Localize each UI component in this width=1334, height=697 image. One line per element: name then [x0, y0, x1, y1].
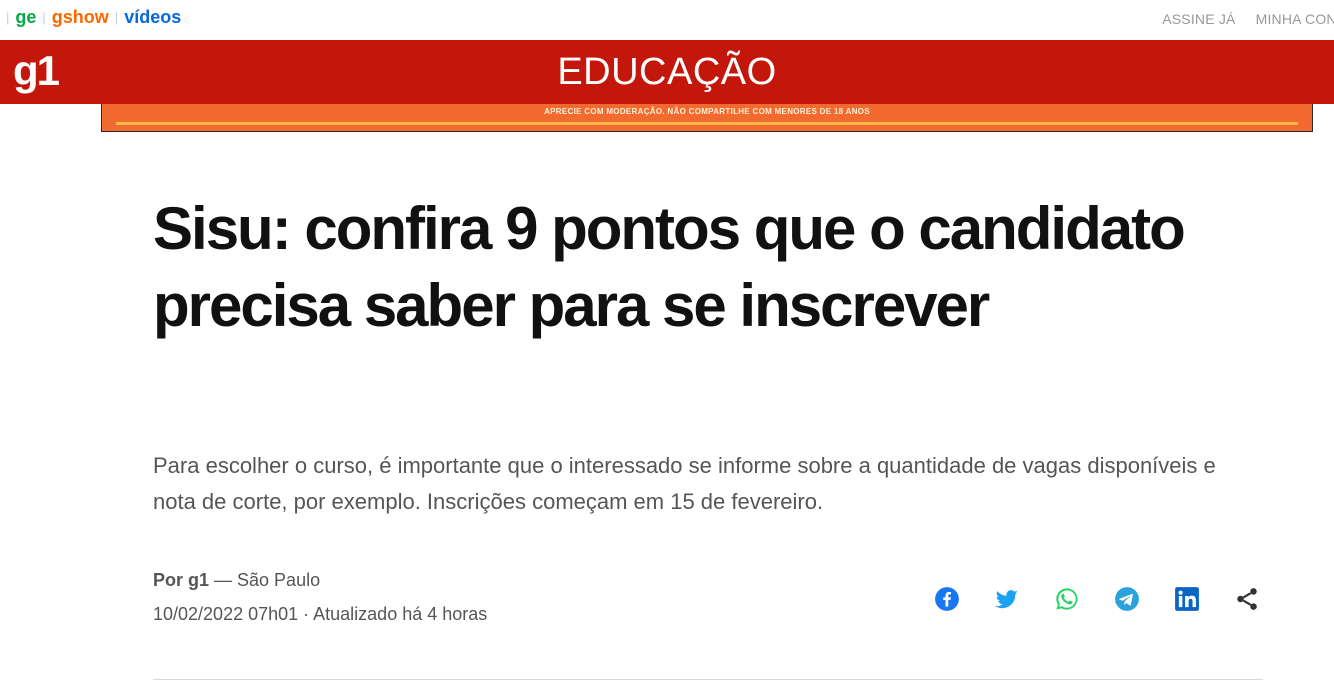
gshow-link[interactable]: gshow: [52, 7, 109, 28]
byline-author: Por g1: [153, 570, 210, 590]
nav-separator: |: [6, 10, 10, 25]
content-divider: [153, 679, 1263, 680]
account-nav: ASSINE JÁ MINHA CONTA: [1162, 11, 1334, 27]
byline: Por g1 — São Paulo: [153, 570, 320, 591]
globo-products-nav: | ge | gshow | vídeos: [0, 7, 181, 28]
section-title[interactable]: EDUCAÇÃO: [0, 50, 1334, 94]
subscribe-link[interactable]: ASSINE JÁ: [1162, 11, 1235, 27]
nav-separator: |: [114, 10, 119, 25]
videos-link[interactable]: vídeos: [124, 7, 181, 28]
telegram-icon[interactable]: [1114, 586, 1140, 612]
publish-date: 10/02/2022 07h01 · Atualizado há 4 horas: [153, 604, 488, 624]
article-subtitle: Para escolher o curso, é importante que …: [153, 453, 1216, 514]
article-headline: Sisu: confira 9 pontos que o candidato p…: [153, 195, 1186, 339]
my-account-link[interactable]: MINHA CONTA: [1256, 11, 1334, 27]
nav-separator: |: [42, 10, 46, 25]
share-icon[interactable]: [1234, 586, 1260, 612]
whatsapp-icon[interactable]: [1054, 586, 1080, 612]
facebook-icon[interactable]: [934, 586, 960, 612]
share-bar: [934, 586, 1260, 612]
ad-stripe: [116, 122, 1298, 125]
byline-location: — São Paulo: [209, 570, 321, 590]
linkedin-icon[interactable]: [1174, 586, 1200, 612]
twitter-icon[interactable]: [994, 586, 1020, 612]
ad-banner[interactable]: APRECIE COM MODERAÇÃO. NÃO COMPARTILHE C…: [101, 104, 1313, 132]
ge-link[interactable]: ge: [15, 7, 36, 28]
site-header: g1 EDUCAÇÃO: [0, 40, 1334, 104]
ad-disclaimer: APRECIE COM MODERAÇÃO. NÃO COMPARTILHE C…: [544, 107, 870, 116]
globo-topbar: | ge | gshow | vídeos ASSINE JÁ MINHA CO…: [0, 0, 1334, 41]
